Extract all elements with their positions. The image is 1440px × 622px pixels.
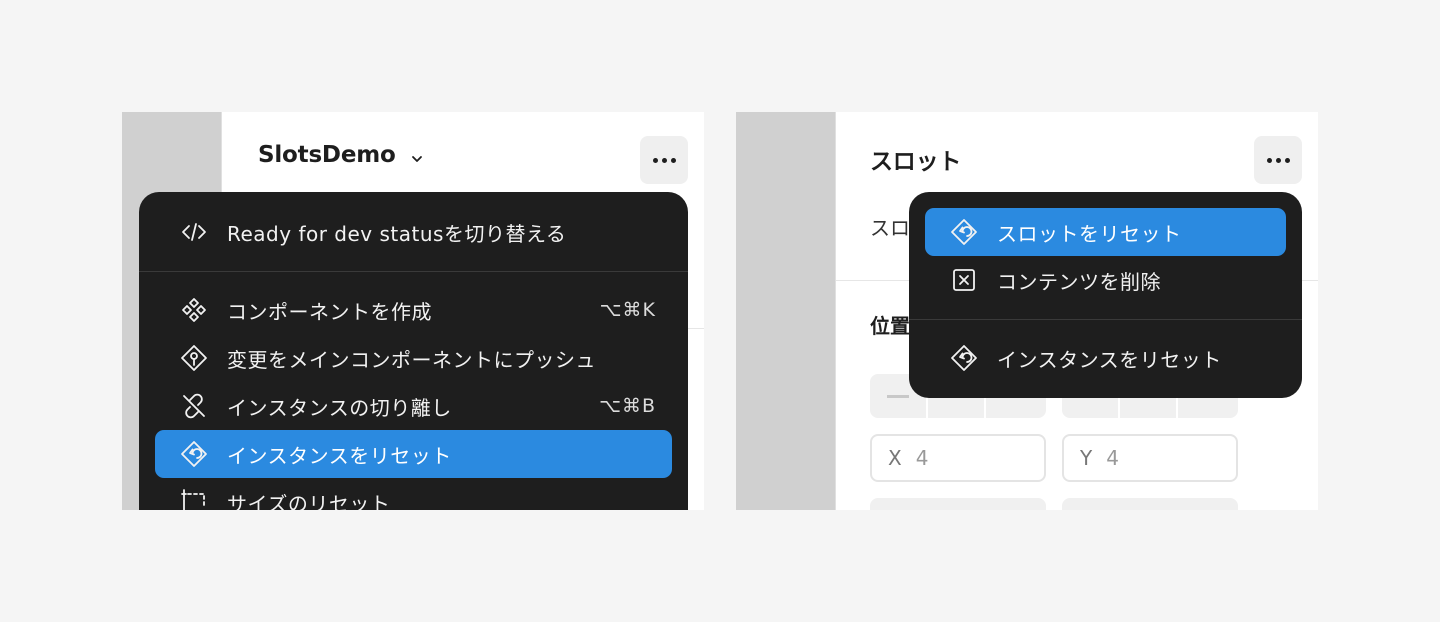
left-panel-frame: SlotsDemo Ready for dev statusを切り替える コンポ… [122,112,704,510]
shortcut-label: ⌥⌘K [599,299,656,321]
right-panel-frame: スロット スロ 位置 X 4 Y 4 スロットをリセット コンテンツを削除 イン… [736,112,1318,510]
detach-instance-icon [179,391,209,421]
more-dot-icon [1275,157,1281,163]
reset-instance-icon [949,343,979,373]
slot-section-label: スロ [870,216,910,240]
menu-item-label: Ready for dev statusを切り替える [227,221,567,246]
menu-item-label: インスタンスをリセット [997,347,1222,372]
menu-item-label: インスタンスの切り離し [227,395,452,420]
menu-item-delete-content[interactable]: コンテンツを削除 [925,256,1286,304]
menu-item-label: インスタンスをリセット [227,443,452,468]
field-value: 4 [915,446,929,470]
menu-item-reset-instance[interactable]: インスタンスをリセット [925,334,1286,382]
context-menu: Ready for dev statusを切り替える コンポーネントを作成 ⌥⌘… [139,192,688,510]
menu-item-label: スロットをリセット [997,221,1182,246]
menu-separator [909,319,1302,320]
menu-item-label: コンテンツを削除 [997,269,1161,294]
more-options-button[interactable] [1254,136,1302,184]
more-dot-icon [652,157,658,163]
more-dot-icon [1266,157,1272,163]
more-options-button[interactable] [640,136,688,184]
menu-item-detach-instance[interactable]: インスタンスの切り離し ⌥⌘B [155,382,672,430]
code-icon [179,217,209,247]
page-title[interactable]: SlotsDemo [258,142,396,168]
menu-item-reset-size[interactable]: サイズのリセット [155,478,672,510]
chevron-down-icon[interactable] [410,152,424,166]
menu-item-create-component[interactable]: コンポーネントを作成 ⌥⌘K [155,286,672,334]
menu-item-ready-for-dev[interactable]: Ready for dev statusを切り替える [155,208,672,256]
menu-item-label: サイズのリセット [227,491,391,511]
field-label: Y [1080,446,1093,470]
delete-content-icon [949,265,979,295]
position-section-title: 位置 [870,314,910,338]
rotation-field[interactable] [870,498,1046,510]
reset-instance-icon [179,439,209,469]
field-label: X [888,446,902,470]
menu-item-label: 変更をメインコンポーネントにプッシュ [227,347,596,372]
menu-item-push-to-main[interactable]: 変更をメインコンポーネントにプッシュ [155,334,672,382]
context-menu: スロットをリセット コンテンツを削除 インスタンスをリセット [909,192,1302,398]
shortcut-label: ⌥⌘B [599,395,656,417]
y-position-field[interactable]: Y 4 [1062,434,1238,482]
page-title: スロット [870,149,962,175]
reset-slot-icon [949,217,979,247]
push-to-main-icon [179,343,209,373]
menu-separator [139,271,688,272]
constraint-controls[interactable] [1062,498,1238,510]
more-dot-icon [1284,157,1290,163]
reset-size-icon [179,487,209,510]
x-position-field[interactable]: X 4 [870,434,1046,482]
field-value: 4 [1106,446,1119,470]
more-dot-icon [661,157,667,163]
menu-item-label: コンポーネントを作成 [227,299,432,324]
menu-item-reset-instance[interactable]: インスタンスをリセット [155,430,672,478]
component-create-icon [179,295,209,325]
more-dot-icon [670,157,676,163]
menu-item-reset-slot[interactable]: スロットをリセット [925,208,1286,256]
canvas-area [736,112,836,510]
